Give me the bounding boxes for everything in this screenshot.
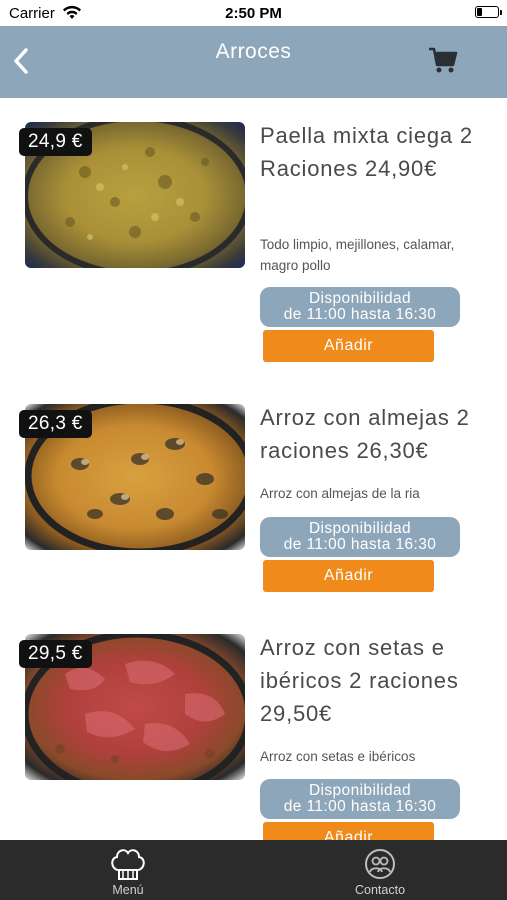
tab-contact[interactable]: Contacto (290, 840, 470, 900)
availability-hours: de 11:00 hasta 16:30 (283, 536, 437, 553)
dish-name: Arroz con almejas 2 raciones 26,30€ (260, 405, 470, 463)
nav-bar: Arroces (0, 26, 507, 98)
price-tag: 26,3 € (19, 410, 92, 438)
dish-description: Arroz con setas e ibéricos (260, 749, 416, 764)
price-tag: 24,9 € (19, 128, 92, 156)
availability-hours: de 11:00 hasta 16:30 (283, 306, 437, 323)
battery-icon (475, 6, 502, 18)
availability-title: Disponibilidad (308, 520, 412, 537)
add-button[interactable]: Añadir (263, 560, 434, 592)
contact-icon (365, 849, 395, 879)
tab-bar: Menú Contacto (0, 840, 507, 900)
dish-description: Todo limpio, mejillones, calamar, magro … (260, 237, 455, 273)
dish-name: Arroz con setas e ibéricos 2 raciones 29… (260, 635, 459, 726)
shopping-cart-icon[interactable] (427, 44, 459, 76)
dish-name: Paella mixta ciega 2 Raciones 24,90€ (260, 123, 473, 181)
add-button[interactable]: Añadir (263, 330, 434, 362)
availability-badge: Disponibilidad de 11:00 hasta 16:30 (260, 779, 460, 819)
price-tag: 29,5 € (19, 640, 92, 668)
availability-badge: Disponibilidad de 11:00 hasta 16:30 (260, 287, 460, 327)
availability-badge: Disponibilidad de 11:00 hasta 16:30 (260, 517, 460, 557)
tab-menu[interactable]: Menú (38, 840, 218, 900)
availability-hours: de 11:00 hasta 16:30 (283, 798, 437, 815)
status-bar: Carrier 2:50 PM (0, 0, 507, 26)
availability-title: Disponibilidad (308, 290, 412, 307)
availability-title: Disponibilidad (308, 782, 412, 799)
clock: 2:50 PM (225, 5, 282, 22)
tab-contact-label: Contacto (354, 883, 406, 897)
chef-hat-icon (111, 849, 145, 880)
dish-description: Arroz con almejas de la ria (260, 486, 420, 501)
tab-menu-label: Menú (112, 883, 144, 897)
